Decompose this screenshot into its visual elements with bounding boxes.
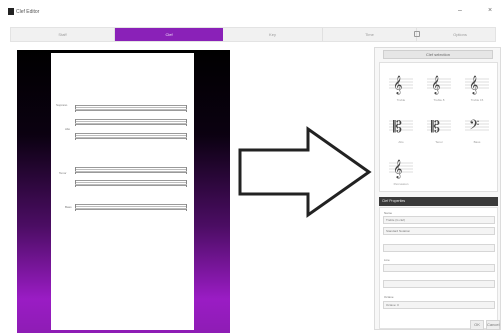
staff-label: Soprano	[56, 103, 68, 107]
clef-thumbnail[interactable]: 𝄞	[425, 69, 453, 97]
barline	[75, 119, 76, 126]
staff	[75, 204, 187, 211]
clef-thumbnail[interactable]: 𝄞	[387, 69, 415, 97]
staff	[75, 133, 187, 140]
clef-thumbnail[interactable]: 𝄢	[463, 111, 491, 139]
staff-label: Alto	[65, 127, 71, 131]
name-field[interactable]: Treble (G clef)	[383, 216, 495, 224]
staff	[75, 167, 187, 174]
line-field[interactable]	[383, 264, 495, 272]
tab-staff[interactable]: Staff	[11, 28, 115, 41]
field-label: Name	[384, 211, 393, 215]
score-preview: Soprano Alto Tenor Bass	[17, 50, 230, 333]
tab-clef[interactable]: Clef	[115, 28, 223, 41]
clef-label: Percussion	[393, 182, 409, 186]
svg-text:𝄞: 𝄞	[431, 75, 440, 95]
field-label: Octave	[384, 295, 394, 299]
barline	[75, 167, 76, 174]
blank-field[interactable]	[383, 244, 495, 252]
octave-field[interactable]: Octave: 0	[383, 301, 495, 309]
clef-dropdown[interactable]: Clef selection	[383, 50, 493, 59]
score-page: Soprano Alto Tenor Bass	[51, 53, 194, 330]
field-label: Line	[384, 258, 390, 262]
clef-gallery: 𝄞 Treble 𝄞 Treble 8 𝄞 Treble 15 𝄡 Alto 𝄡…	[379, 62, 498, 192]
clef-label: Alto	[398, 140, 404, 144]
tab-options[interactable]: Options	[425, 28, 495, 41]
clef-thumbnail[interactable]: 𝄞	[463, 69, 491, 97]
svg-text:𝄢: 𝄢	[469, 117, 479, 136]
settings-icon[interactable]	[414, 31, 420, 37]
barline	[186, 167, 187, 174]
tab-key[interactable]: Key	[223, 28, 323, 41]
ok-button[interactable]: OK	[470, 320, 484, 330]
app-icon	[8, 8, 14, 15]
staff	[75, 180, 187, 187]
clef-panel: Clef selection 𝄞 Treble 𝄞 Treble 8 𝄞 Tre…	[374, 47, 501, 330]
barline	[75, 180, 76, 187]
clef-label: Treble 8	[433, 98, 445, 102]
barline	[75, 133, 76, 140]
barline	[186, 204, 187, 211]
barline	[75, 204, 76, 211]
title-bar: Clef Editor – ×	[0, 0, 504, 24]
staff-label: Bass	[65, 205, 72, 209]
tab-time[interactable]: Time	[323, 28, 417, 41]
barline	[186, 133, 187, 140]
clef-label: Treble 15	[470, 98, 484, 102]
clef-thumbnail[interactable]: 𝄡	[425, 111, 453, 139]
arrow-right-icon	[238, 126, 372, 218]
clef-label: Bass	[473, 140, 481, 144]
tab-bar: Staff Clef Key Time Options	[10, 27, 496, 42]
svg-text:𝄡: 𝄡	[431, 117, 440, 136]
svg-text:𝄞: 𝄞	[469, 75, 478, 95]
blank-field[interactable]	[383, 280, 495, 288]
staff	[75, 105, 187, 112]
barline	[186, 105, 187, 112]
clef-label: Treble	[396, 98, 406, 102]
barline	[75, 105, 76, 112]
staff	[75, 119, 187, 126]
svg-text:𝄞: 𝄞	[393, 75, 402, 95]
properties-form: Name Treble (G clef) Standard Notation L…	[379, 207, 498, 329]
svg-text:𝄡: 𝄡	[393, 117, 402, 136]
staff-label: Tenor	[59, 171, 67, 175]
minimize-icon[interactable]: –	[454, 6, 466, 16]
notation-field[interactable]: Standard Notation	[383, 227, 495, 235]
clef-label: Tenor	[435, 140, 443, 144]
properties-header: Clef Properties	[379, 197, 498, 206]
cancel-button[interactable]: Cancel	[486, 320, 500, 330]
window-title: Clef Editor	[16, 9, 40, 15]
clef-thumbnail[interactable]: 𝄡	[387, 111, 415, 139]
clef-thumbnail[interactable]: 𝄞	[387, 153, 415, 181]
barline	[186, 180, 187, 187]
barline	[186, 119, 187, 126]
svg-text:𝄞: 𝄞	[393, 159, 402, 179]
close-icon[interactable]: ×	[484, 6, 496, 16]
